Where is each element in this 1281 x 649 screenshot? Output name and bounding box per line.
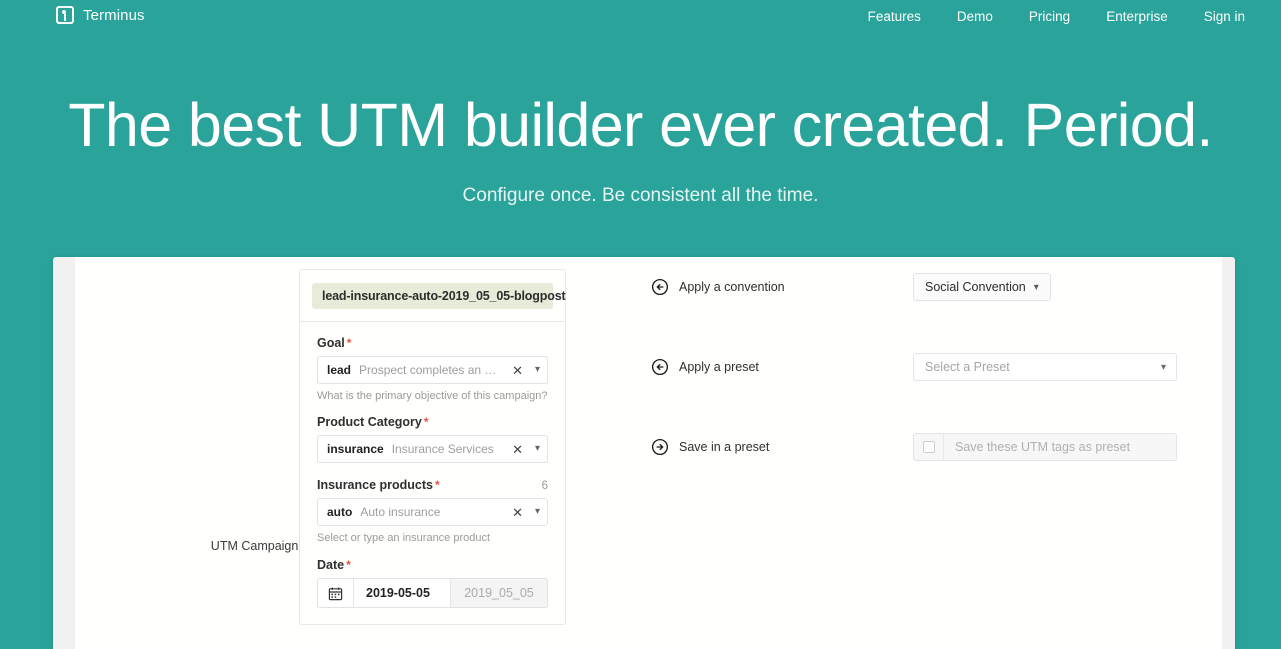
save-preset-checkbox-cell[interactable] (914, 434, 944, 460)
save-preset-checkbox[interactable] (922, 441, 935, 453)
product-category-token: insurance (327, 442, 384, 456)
goal-token: lead (327, 363, 352, 377)
preset-select[interactable]: Select a Preset ▾ (913, 353, 1177, 381)
field-insurance-products: Insurance products * 6 auto Auto insuranc… (300, 472, 565, 553)
nav-item-sign-in[interactable]: Sign in (1186, 0, 1263, 34)
nav-item-enterprise[interactable]: Enterprise (1088, 0, 1186, 34)
field-date-label: Date * (317, 558, 351, 572)
utm-campaign-value[interactable]: lead-insurance-auto-2019_05_05-blogpost (312, 283, 566, 309)
option-label-convention: Apply a convention (679, 280, 785, 294)
convention-dropdown-wrap: Social Convention ▾ (913, 273, 1051, 301)
field-insurance-products-head: Insurance products * 6 (317, 478, 548, 492)
field-product-category-head: Product Category * (317, 415, 548, 429)
save-preset-wrap: Save these UTM tags as preset (913, 433, 1177, 461)
convention-dropdown[interactable]: Social Convention ▾ (913, 273, 1051, 301)
convention-selected-value: Social Convention (925, 280, 1026, 294)
options-column: Apply a convention Social Convention ▾ A… (651, 257, 1222, 649)
main-nav: Features Demo Pricing Enterprise Sign in (850, 0, 1281, 34)
field-date: Date * 2019-05-05 2019_05_05 (300, 553, 565, 624)
field-goal: Goal* lead Prospect completes an ema… ✕ … (300, 322, 565, 411)
field-product-category: Product Category * insurance Insurance Se… (300, 411, 565, 472)
hero-subtitle: Configure once. Be consistent all the ti… (462, 185, 819, 206)
insurance-products-token: auto (327, 505, 353, 519)
utm-builder-card: UTM Campaign* lead-insurance-auto-2019_0… (75, 257, 1222, 649)
site-header: Terminus Features Demo Pricing Enterpris… (0, 0, 1281, 34)
close-icon[interactable]: ✕ (510, 364, 525, 377)
campaign-sub-panel: lead-insurance-auto-2019_05_05-blogpost … (299, 269, 566, 625)
date-slug-readonly: 2019_05_05 (451, 579, 547, 607)
option-label-preset: Apply a preset (679, 360, 759, 374)
product-category-description: Insurance Services (391, 442, 494, 456)
goal-hint: What is the primary objective of this ca… (317, 390, 548, 402)
nav-item-demo[interactable]: Demo (939, 0, 1011, 34)
save-preset-input[interactable]: Save these UTM tags as preset (944, 434, 1176, 460)
chevron-down-icon[interactable]: ▾ (533, 444, 540, 454)
option-row-preset: Apply a preset (651, 350, 759, 384)
insurance-products-hint: Select or type an insurance product (317, 532, 491, 544)
close-icon[interactable]: ✕ (510, 506, 525, 519)
insurance-products-description: Auto insurance (360, 505, 441, 519)
chevron-down-icon: ▾ (1160, 361, 1166, 373)
page-title: The best UTM builder ever created. Perio… (68, 91, 1213, 159)
date-input[interactable]: 2019-05-05 (354, 579, 451, 607)
campaign-value-block: lead-insurance-auto-2019_05_05-blogpost (300, 270, 566, 322)
utm-campaign-label: UTM Campaign* (210, 539, 305, 553)
option-row-convention: Apply a convention (651, 270, 785, 304)
product-category-select[interactable]: insurance Insurance Services ✕ ▾ (317, 435, 548, 463)
close-icon[interactable]: ✕ (510, 443, 525, 456)
hero-section: The best UTM builder ever created. Perio… (0, 0, 1281, 255)
goal-description: Prospect completes an ema… (359, 363, 502, 377)
insurance-products-count: 6 (541, 480, 548, 492)
calendar-icon[interactable] (318, 579, 354, 607)
preset-select-placeholder: Select a Preset (925, 360, 1010, 374)
arrow-circle-left-icon (651, 358, 669, 376)
arrow-circle-left-icon (651, 278, 669, 296)
arrow-circle-right-icon (651, 438, 669, 456)
app-card-shell: UTM Campaign* lead-insurance-auto-2019_0… (53, 257, 1235, 649)
save-preset-group: Save these UTM tags as preset (913, 433, 1177, 461)
brand-home-link[interactable]: Terminus (56, 6, 145, 24)
chevron-down-icon[interactable]: ▾ (533, 365, 540, 375)
goal-select[interactable]: lead Prospect completes an ema… ✕ ▾ (317, 356, 548, 384)
field-goal-label: Goal * (317, 336, 352, 350)
utm-form-column: UTM Campaign* lead-insurance-auto-2019_0… (75, 257, 567, 649)
chevron-down-icon: ▾ (1033, 281, 1039, 293)
preset-select-wrap: Select a Preset ▾ (913, 353, 1177, 381)
option-label-save-preset: Save in a preset (679, 440, 770, 454)
chevron-down-icon[interactable]: ▾ (533, 507, 540, 517)
option-row-save-preset: Save in a preset (651, 430, 769, 464)
insurance-products-select[interactable]: auto Auto insurance ✕ ▾ (317, 498, 548, 526)
brand-name: Terminus (83, 6, 145, 24)
field-goal-head: Goal * (317, 336, 548, 350)
date-field-group: 2019-05-05 2019_05_05 (317, 578, 548, 608)
field-date-head: Date * (317, 558, 548, 572)
field-product-category-label: Product Category * (317, 415, 429, 429)
terminus-logo-icon (56, 6, 74, 24)
nav-item-features[interactable]: Features (850, 0, 939, 34)
field-insurance-products-label: Insurance products * (317, 478, 440, 492)
nav-item-pricing[interactable]: Pricing (1011, 0, 1088, 34)
